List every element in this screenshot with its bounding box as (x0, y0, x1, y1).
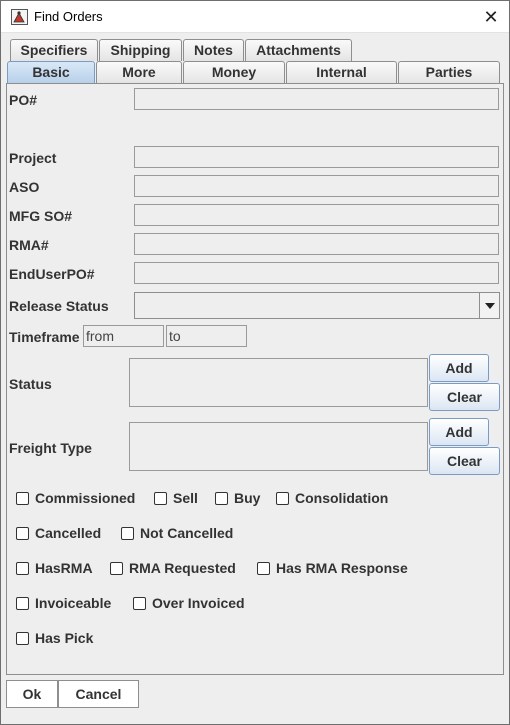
freight-type-list[interactable] (129, 422, 428, 471)
checkbox-label: Not Cancelled (140, 525, 234, 541)
checkbox-box (154, 492, 167, 505)
tab-basic[interactable]: Basic (7, 61, 95, 83)
release-status-select[interactable] (134, 292, 500, 319)
timeframe-label: Timeframe (9, 329, 80, 345)
has-pick-checkbox[interactable]: Has Pick (16, 630, 101, 651)
status-clear-button[interactable]: Clear (429, 383, 500, 411)
status-add-button[interactable]: Add (429, 354, 489, 382)
checkbox-label: HasRMA (35, 560, 93, 576)
checkbox-label: Has Pick (35, 630, 94, 646)
checkbox-label: Invoiceable (35, 595, 112, 611)
mfg-so-label: MFG SO# (9, 208, 73, 224)
project-label: Project (9, 150, 57, 166)
checkbox-label: Buy (234, 490, 261, 506)
tab-specifiers[interactable]: Specifiers (10, 39, 98, 61)
checkbox-box (16, 632, 29, 645)
release-status-label: Release Status (9, 298, 109, 314)
enduser-po-input[interactable] (134, 262, 499, 284)
close-icon[interactable]: ✕ (473, 3, 509, 31)
has-rma-checkbox[interactable]: HasRMA (16, 560, 96, 581)
chevron-down-icon[interactable] (479, 293, 499, 318)
consolidation-checkbox[interactable]: Consolidation (276, 490, 396, 511)
tab-parties[interactable]: Parties (398, 61, 500, 83)
freight-add-button[interactable]: Add (429, 418, 489, 446)
aso-input[interactable] (134, 175, 499, 197)
tab-internal[interactable]: Internal (286, 61, 397, 83)
checkbox-label: Consolidation (295, 490, 389, 506)
tab-attachments[interactable]: Attachments (245, 39, 352, 61)
checkbox-box (257, 562, 270, 575)
enduser-po-label: EndUserPO# (9, 266, 95, 282)
po-input[interactable] (134, 88, 499, 110)
tab-money[interactable]: Money (183, 61, 285, 83)
timeframe-from-input[interactable]: from (83, 325, 164, 347)
sell-checkbox[interactable]: Sell (154, 490, 204, 511)
checkbox-label: Has RMA Response (276, 560, 408, 576)
commissioned-checkbox[interactable]: Commissioned (16, 490, 141, 511)
find-orders-window: Find Orders ✕ Specifiers Shipping Notes … (0, 0, 510, 725)
checkbox-box (16, 527, 29, 540)
checkbox-box (215, 492, 228, 505)
rma-input[interactable] (134, 233, 499, 255)
checkbox-label: Cancelled (35, 525, 102, 541)
po-label: PO# (9, 92, 38, 108)
checkbox-box (16, 492, 29, 505)
checkbox-label: RMA Requested (129, 560, 236, 576)
over-invoiced-checkbox[interactable]: Over Invoiced (133, 595, 258, 616)
checkbox-box (16, 562, 29, 575)
checkbox-box (121, 527, 134, 540)
status-label: Status (9, 376, 52, 392)
tab-shipping[interactable]: Shipping (99, 39, 182, 61)
checkbox-label: Commissioned (35, 490, 136, 506)
checkbox-box (276, 492, 289, 505)
title-bar: Find Orders ✕ (1, 1, 509, 33)
tab-more[interactable]: More (96, 61, 182, 83)
cancelled-checkbox[interactable]: Cancelled (16, 525, 111, 546)
freight-type-label: Freight Type (9, 440, 92, 456)
rma-requested-checkbox[interactable]: RMA Requested (110, 560, 245, 581)
has-rma-response-checkbox[interactable]: Has RMA Response (257, 560, 417, 581)
timeframe-to-input[interactable]: to (166, 325, 247, 347)
checkbox-label: Over Invoiced (152, 595, 245, 611)
freight-clear-button[interactable]: Clear (429, 447, 500, 475)
buy-checkbox[interactable]: Buy (215, 490, 265, 511)
not-cancelled-checkbox[interactable]: Not Cancelled (121, 525, 241, 546)
invoiceable-checkbox[interactable]: Invoiceable (16, 595, 121, 616)
app-icon (11, 9, 28, 25)
checkbox-box (110, 562, 123, 575)
checkbox-box (133, 597, 146, 610)
aso-label: ASO (9, 179, 40, 195)
rma-label: RMA# (9, 237, 49, 253)
checkbox-box (16, 597, 29, 610)
checkbox-label: Sell (173, 490, 198, 506)
window-title: Find Orders (34, 9, 103, 24)
ok-button[interactable]: Ok (6, 680, 58, 708)
status-list[interactable] (129, 358, 428, 407)
project-input[interactable] (134, 146, 499, 168)
tab-notes[interactable]: Notes (183, 39, 244, 61)
mfg-so-input[interactable] (134, 204, 499, 226)
cancel-button[interactable]: Cancel (58, 680, 139, 708)
